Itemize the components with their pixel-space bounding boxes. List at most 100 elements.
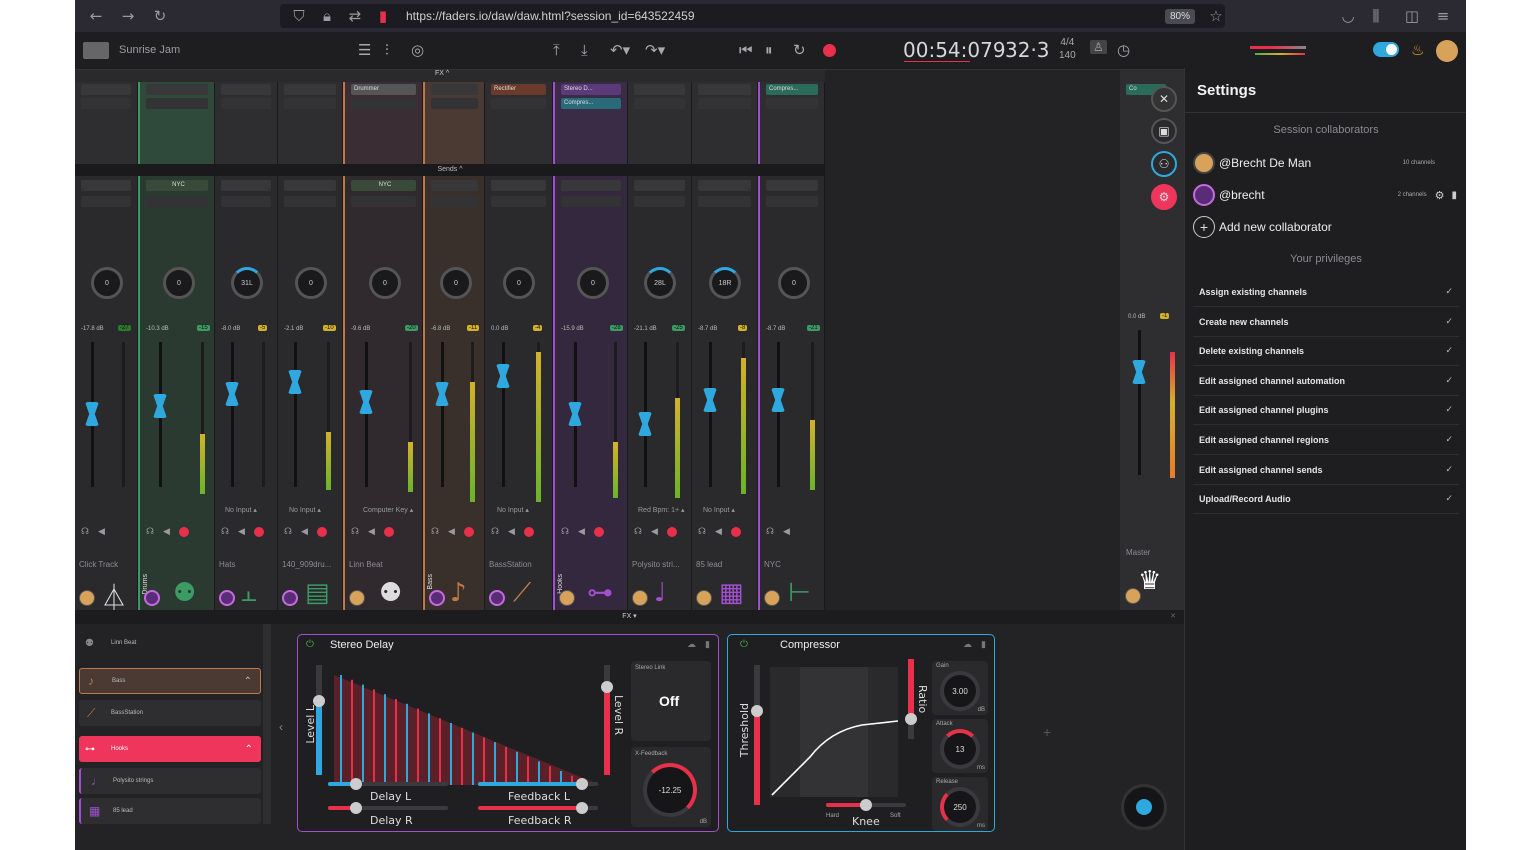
release-knob[interactable]: 250 [940, 787, 980, 827]
toggle-switch[interactable] [1373, 42, 1399, 57]
volume-fader[interactable] [638, 412, 652, 436]
metronome-icon[interactable]: ♙ [1090, 40, 1107, 54]
fx-panel-toggle[interactable]: FX ▾ ✕ [75, 610, 1184, 624]
pan-knob[interactable]: 0 [577, 267, 609, 299]
send-slot-empty[interactable] [561, 180, 621, 191]
headphones-icon[interactable]: ☊ [766, 527, 774, 537]
channel-owner-avatar[interactable] [559, 590, 575, 606]
privilege-row[interactable]: Edit assigned channel plugins ✓ [1193, 396, 1459, 426]
feedback-r-slider[interactable] [478, 802, 598, 814]
plugin-slot-empty[interactable] [221, 98, 271, 109]
trash-icon[interactable]: ▮ [981, 639, 986, 650]
record-arm-button[interactable] [383, 527, 394, 537]
send-slot-empty[interactable] [81, 196, 131, 207]
plugin-slot-empty[interactable] [698, 84, 751, 95]
reload-icon[interactable]: ↻ [149, 5, 171, 27]
power-icon[interactable]: ⏻ [740, 639, 748, 650]
plugin-slot-empty[interactable] [634, 98, 685, 109]
volume-fader[interactable] [85, 402, 99, 426]
channel-owner-avatar[interactable] [489, 590, 505, 606]
attack-knob[interactable]: 13 [940, 729, 980, 769]
headphones-icon[interactable]: ☊ [81, 527, 89, 537]
collaborator-row[interactable]: @Brecht De Man 10 channels [1193, 151, 1457, 175]
sends-collapse-toggle[interactable]: Sends ^ [75, 164, 825, 176]
collaborators-button[interactable]: ⚇ [1151, 151, 1177, 177]
input-select[interactable]: No Input ▴ [225, 506, 257, 514]
input-select[interactable]: No Input ▴ [497, 506, 529, 514]
input-select[interactable]: No Input ▴ [289, 506, 321, 514]
settings-gear-button[interactable]: ⚙ [1151, 184, 1177, 210]
channel-owner-avatar[interactable] [632, 590, 648, 606]
mixer-view-icon[interactable]: ⫶ [385, 41, 389, 59]
speaker-icon[interactable]: ◀ [448, 527, 455, 537]
volume-fader[interactable] [153, 394, 167, 418]
stereo-link-toggle[interactable]: Stereo Link Off [631, 661, 711, 741]
cloud-icon[interactable]: ☁ [687, 639, 696, 650]
level-r-thumb[interactable] [601, 681, 613, 693]
speaker-icon[interactable]: ◀ [238, 527, 245, 537]
track-list-item-bass[interactable]: ♪ Bass ⌃ [79, 668, 261, 694]
input-select[interactable]: Computer Key ▴ [363, 506, 413, 514]
plugin-slot-empty[interactable] [766, 98, 818, 109]
plugin-slot-empty[interactable] [698, 98, 751, 109]
feedback-l-slider[interactable] [478, 778, 598, 790]
record-arm-button[interactable] [666, 527, 677, 537]
plugin-slot[interactable]: Rectifier [491, 84, 546, 95]
send-slot-empty[interactable] [284, 196, 336, 207]
pan-knob[interactable]: 0 [295, 267, 327, 299]
channel-owner-avatar[interactable] [696, 590, 712, 606]
plugin-slot-empty[interactable] [81, 84, 131, 95]
privilege-row[interactable]: Delete existing channels ✓ [1193, 337, 1459, 367]
threshold-thumb[interactable] [751, 705, 763, 717]
cloud-icon[interactable]: ☁ [963, 639, 972, 650]
channel-owner-avatar[interactable] [349, 590, 365, 606]
volume-fader[interactable] [703, 388, 717, 412]
privilege-row[interactable]: Upload/Record Audio ✓ [1193, 485, 1459, 515]
loop-icon[interactable]: ↻ [793, 41, 806, 59]
pan-knob[interactable]: 0 [440, 267, 472, 299]
volume-fader[interactable] [435, 382, 449, 406]
pocket-icon[interactable]: ◡ [1337, 5, 1359, 27]
channel-name[interactable]: Hats [219, 560, 235, 569]
pan-knob[interactable]: 0 [91, 267, 123, 299]
feedback-l-thumb[interactable] [576, 778, 588, 790]
volume-fader[interactable] [288, 370, 302, 394]
channel-name[interactable]: NYC [764, 560, 781, 569]
send-slot-empty[interactable] [491, 180, 546, 191]
pan-knob[interactable]: 0 [778, 267, 810, 299]
channel-owner-avatar[interactable] [282, 590, 298, 606]
flame-icon[interactable]: ♨ [1411, 41, 1424, 59]
bookmark-star-icon[interactable]: ☆ [1205, 5, 1227, 27]
record-arm-button[interactable] [593, 527, 604, 537]
plugin-slot-empty[interactable] [284, 98, 336, 109]
plugin-slot-empty[interactable] [634, 84, 685, 95]
upload-icon[interactable]: ⤒ [553, 41, 560, 59]
input-select[interactable]: Red Bpm: 1+ ▴ [638, 506, 685, 514]
session-button[interactable]: ▣ [1151, 118, 1177, 144]
channel-owner-avatar[interactable] [219, 590, 235, 606]
feedback-r-thumb[interactable] [576, 802, 588, 814]
url-text[interactable]: https://faders.io/daw/daw.html?session_i… [406, 9, 695, 23]
send-slot-empty[interactable] [81, 180, 131, 191]
track-list-item-hooks[interactable]: ⊶ Hooks ⌃ [79, 736, 261, 762]
channel-name[interactable]: 140_909dru... [282, 560, 331, 569]
send-slot-empty[interactable] [284, 180, 336, 191]
pause-icon[interactable]: ⏸ [765, 41, 773, 59]
send-slot-empty[interactable] [634, 196, 685, 207]
close-icon[interactable]: ✕ [1170, 610, 1176, 624]
undo-icon[interactable]: ↶▾ [610, 41, 630, 59]
headphones-icon[interactable]: ☊ [284, 527, 292, 537]
send-slot-empty[interactable] [634, 180, 685, 191]
plugin-slot-empty[interactable] [431, 84, 478, 95]
pan-knob[interactable]: 0 [369, 267, 401, 299]
speaker-icon[interactable]: ◀ [98, 527, 105, 537]
speaker-icon[interactable]: ◀ [163, 527, 170, 537]
send-slot-empty[interactable] [766, 196, 818, 207]
record-arm-button[interactable] [253, 527, 264, 537]
plugin-slot-empty[interactable] [146, 84, 208, 95]
master-owner-avatar[interactable] [1125, 588, 1141, 604]
delay-r-thumb[interactable] [350, 802, 362, 814]
tempo-display[interactable]: 4/4 140 [1059, 36, 1076, 62]
track-list-item[interactable]: ▦ 85 lead [79, 798, 261, 824]
send-slot-empty[interactable] [221, 180, 271, 191]
